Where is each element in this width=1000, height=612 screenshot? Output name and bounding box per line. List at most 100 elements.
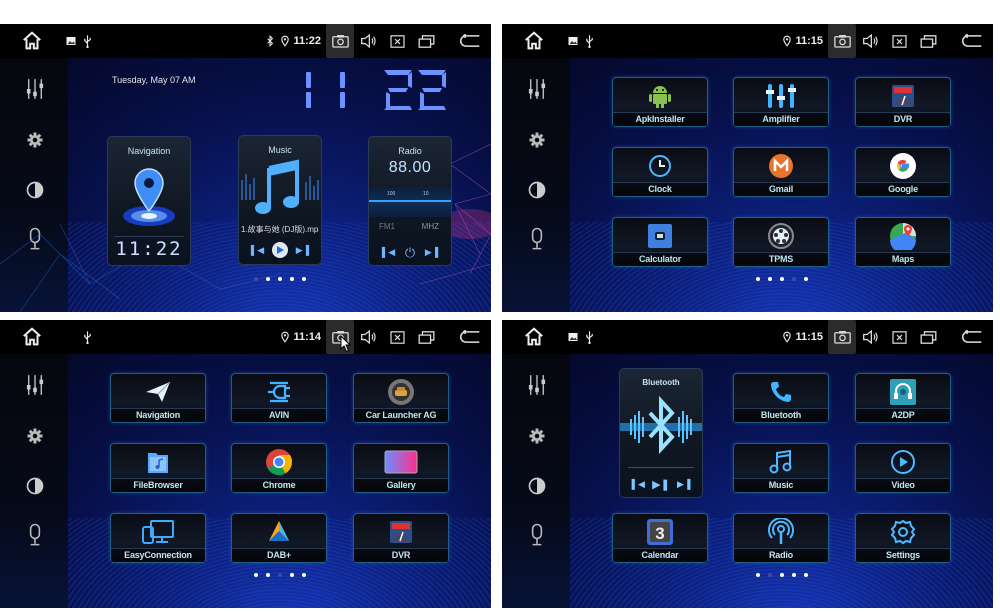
voice-button[interactable] (20, 520, 50, 550)
previous-track-button[interactable]: ▌◀ (632, 479, 645, 490)
app-tile-dab[interactable]: DAB+ (231, 513, 327, 563)
page-dot[interactable] (791, 573, 796, 577)
page-dot[interactable] (755, 573, 760, 577)
app-tile-apkinstaller[interactable]: ApkInstaller (612, 77, 708, 127)
close-app-button[interactable] (885, 320, 914, 354)
bluetooth-widget[interactable]: Bluetooth ▌◀ ▶❚ ▶▐ (619, 368, 703, 498)
app-tile-filebrowser[interactable]: FileBrowser (110, 443, 206, 493)
voice-button[interactable] (522, 520, 552, 550)
status-bar: 11:15 (502, 24, 993, 58)
google-icon (856, 152, 950, 180)
page-dot[interactable] (755, 277, 760, 281)
settings-button[interactable] (522, 421, 552, 451)
page-dot[interactable] (253, 573, 258, 577)
tuning-scale[interactable]: 100 10 (369, 187, 451, 217)
map-pin-icon (123, 168, 175, 226)
settings-button[interactable] (20, 421, 50, 451)
usb-icon (80, 320, 94, 354)
page-dot[interactable] (767, 277, 772, 281)
play-icon (277, 246, 285, 254)
equalizer-button[interactable] (522, 370, 552, 400)
app-tile-avin[interactable]: AVIN (231, 373, 327, 423)
volume-button[interactable] (856, 24, 885, 58)
app-tile-gallery[interactable]: Gallery (353, 443, 449, 493)
back-button[interactable] (943, 24, 983, 58)
page-dot[interactable] (277, 573, 282, 577)
next-track-button[interactable]: ▶▐ (296, 245, 309, 256)
screenshot-button[interactable] (828, 320, 856, 354)
app-tile-settings[interactable]: Settings (855, 513, 951, 563)
page-dot[interactable] (779, 573, 784, 577)
app-tile-calculator[interactable]: Calculator (612, 217, 708, 267)
app-tile-video[interactable]: Video (855, 443, 951, 493)
seek-next-button[interactable]: ▶▐ (425, 247, 438, 258)
app-tile-bluetooth[interactable]: Bluetooth (733, 373, 829, 423)
page-dot[interactable] (779, 277, 784, 281)
recent-apps-button[interactable] (914, 24, 943, 58)
page-dot[interactable] (289, 573, 294, 577)
radio-widget[interactable]: Radio 88.00 100 10 FM1 MHZ ▌◀ ⏻ ▶▐ (368, 136, 452, 266)
close-app-button[interactable] (885, 24, 914, 58)
recent-apps-button[interactable] (914, 320, 943, 354)
app-tile-navigation[interactable]: Navigation (110, 373, 206, 423)
navigation-widget[interactable]: Navigation 11:22 (107, 136, 191, 266)
page-dot[interactable] (301, 573, 306, 577)
app-tile-music[interactable]: Music (733, 443, 829, 493)
page-dot[interactable] (265, 573, 270, 577)
app-label: Settings (856, 548, 950, 562)
equalizer-button[interactable] (20, 370, 50, 400)
voice-button[interactable] (522, 224, 552, 254)
app-tile-easyconnection[interactable]: EasyConnection (110, 513, 206, 563)
calendar-icon: 3 (613, 518, 707, 546)
volume-icon (862, 34, 879, 48)
music-widget[interactable]: Music 1.故事与她 (DJ版).mp3 ▌◀ ▶▐ (238, 135, 322, 265)
brightness-button[interactable] (522, 175, 552, 205)
brightness-icon (527, 180, 547, 200)
volume-button[interactable] (354, 320, 383, 354)
microphone-icon (530, 523, 544, 547)
play-button[interactable] (271, 242, 288, 258)
brightness-button[interactable] (20, 471, 50, 501)
app-tile-google[interactable]: Google (855, 147, 951, 197)
status-time: 11:15 (795, 331, 823, 343)
calculator-icon (613, 222, 707, 250)
app-tile-dvr[interactable]: DVR (353, 513, 449, 563)
app-tile-tpms[interactable]: TPMS (733, 217, 829, 267)
next-track-button[interactable]: ▶▐ (677, 479, 690, 490)
page-dot[interactable] (803, 277, 808, 281)
car-launcher-icon (354, 378, 448, 406)
page-dot[interactable] (803, 573, 808, 577)
settings-button[interactable] (522, 125, 552, 155)
app-tile-car-launcher-ag[interactable]: Car Launcher AG (353, 373, 449, 423)
power-button[interactable]: ⏻ (405, 246, 415, 259)
app-tile-calendar[interactable]: 3 Calendar (612, 513, 708, 563)
app-tile-radio[interactable]: Radio (733, 513, 829, 563)
home-button[interactable] (520, 24, 548, 58)
camera-icon (834, 34, 851, 48)
radio-frequency: 88.00 (388, 159, 432, 176)
back-button[interactable] (441, 320, 481, 354)
close-app-button[interactable] (383, 320, 412, 354)
app-tile-amplifier[interactable]: Amplifier (733, 77, 829, 127)
app-tile-dvr[interactable]: DVR (855, 77, 951, 127)
screenshot-button[interactable] (828, 24, 856, 58)
app-tile-clock[interactable]: Clock (612, 147, 708, 197)
volume-button[interactable] (856, 320, 885, 354)
navigation-clock-text: 11:22 (115, 238, 183, 260)
clock-icon (613, 152, 707, 180)
home-button[interactable] (520, 320, 548, 354)
play-pause-button[interactable]: ▶❚ (652, 478, 670, 491)
brightness-button[interactable] (522, 471, 552, 501)
previous-track-button[interactable]: ▌◀ (251, 245, 264, 256)
app-tile-gmail[interactable]: Gmail (733, 147, 829, 197)
page-dot[interactable] (767, 573, 772, 577)
seek-previous-button[interactable]: ▌◀ (382, 247, 395, 258)
page-dot[interactable] (791, 277, 796, 281)
equalizer-button[interactable] (522, 74, 552, 104)
app-tile-maps[interactable]: Maps (855, 217, 951, 267)
app-tile-chrome[interactable]: Chrome (231, 443, 327, 493)
app-tile-a2dp[interactable]: A2DP (855, 373, 951, 423)
recent-apps-button[interactable] (412, 320, 441, 354)
home-button[interactable] (18, 320, 46, 354)
back-button[interactable] (943, 320, 983, 354)
